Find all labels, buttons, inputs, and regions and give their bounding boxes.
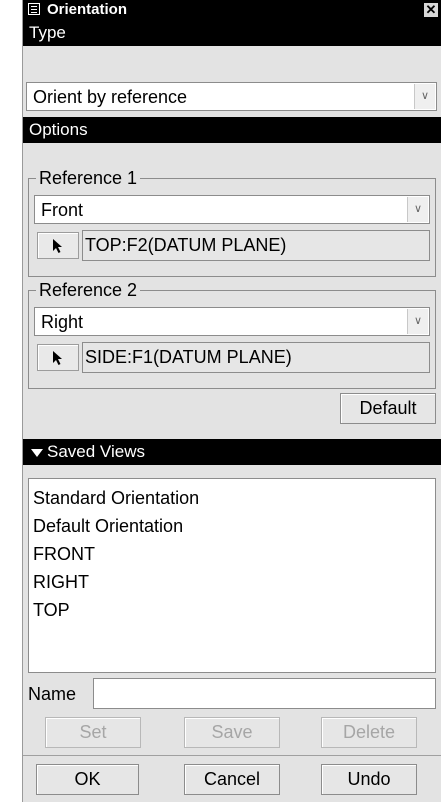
reference1-direction-value: Front — [41, 200, 84, 220]
reference2-select-button[interactable] — [37, 344, 79, 371]
chevron-down-icon[interactable]: ∨ — [407, 309, 428, 334]
delete-button[interactable]: Delete — [321, 717, 417, 748]
cancel-button[interactable]: Cancel — [184, 764, 280, 795]
window-title: Orientation — [47, 1, 128, 18]
options-section-header: Options — [23, 117, 441, 143]
reference2-group: Reference 2 — [28, 280, 436, 389]
name-input[interactable] — [93, 678, 436, 709]
type-section-header: Type — [23, 20, 441, 46]
list-item[interactable]: Standard Orientation — [33, 484, 435, 512]
reference1-select-button[interactable] — [37, 232, 79, 259]
reference1-direction-dropdown[interactable]: Front ∨ — [34, 195, 430, 224]
list-item[interactable]: Default Orientation — [33, 512, 435, 540]
type-dropdown-value: Orient by reference — [33, 87, 188, 107]
saved-views-header[interactable]: Saved Views — [23, 439, 441, 465]
chevron-down-icon[interactable]: ∨ — [407, 197, 428, 222]
save-button[interactable]: Save — [184, 717, 280, 748]
saved-views-list[interactable]: Standard Orientation Default Orientation… — [28, 478, 436, 673]
set-button[interactable]: Set — [45, 717, 141, 748]
footer-divider — [23, 755, 441, 756]
orientation-dialog: Orientation ✕ Type Orient by reference ∨… — [22, 0, 441, 802]
list-item[interactable]: FRONT — [33, 540, 435, 568]
arrow-pointer-icon — [53, 239, 62, 253]
reference1-label: Reference 1 — [36, 168, 141, 189]
chevron-down-icon[interactable]: ∨ — [414, 84, 435, 109]
arrow-pointer-icon — [53, 351, 62, 365]
reference2-direction-value: Right — [41, 312, 84, 332]
list-item[interactable]: TOP — [33, 596, 435, 624]
reference2-direction-dropdown[interactable]: Right ∨ — [34, 307, 430, 336]
close-icon[interactable]: ✕ — [424, 3, 438, 17]
default-button[interactable]: Default — [340, 393, 436, 424]
undo-button[interactable]: Undo — [321, 764, 417, 795]
reference1-group: Reference 1 — [28, 168, 436, 277]
reference2-field[interactable]: SIDE:F1(DATUM PLANE) — [82, 342, 430, 373]
window-icon — [28, 3, 40, 15]
reference2-label: Reference 2 — [36, 280, 141, 301]
type-dropdown[interactable]: Orient by reference ∨ — [26, 82, 437, 111]
ok-button[interactable]: OK — [36, 764, 139, 795]
list-item[interactable]: RIGHT — [33, 568, 435, 596]
name-label: Name — [28, 684, 77, 704]
title-bar[interactable]: Orientation ✕ — [23, 0, 441, 20]
saved-views-label: Saved Views — [47, 442, 145, 461]
triangle-down-icon[interactable] — [31, 448, 43, 458]
reference1-field[interactable]: TOP:F2(DATUM PLANE) — [82, 230, 430, 261]
